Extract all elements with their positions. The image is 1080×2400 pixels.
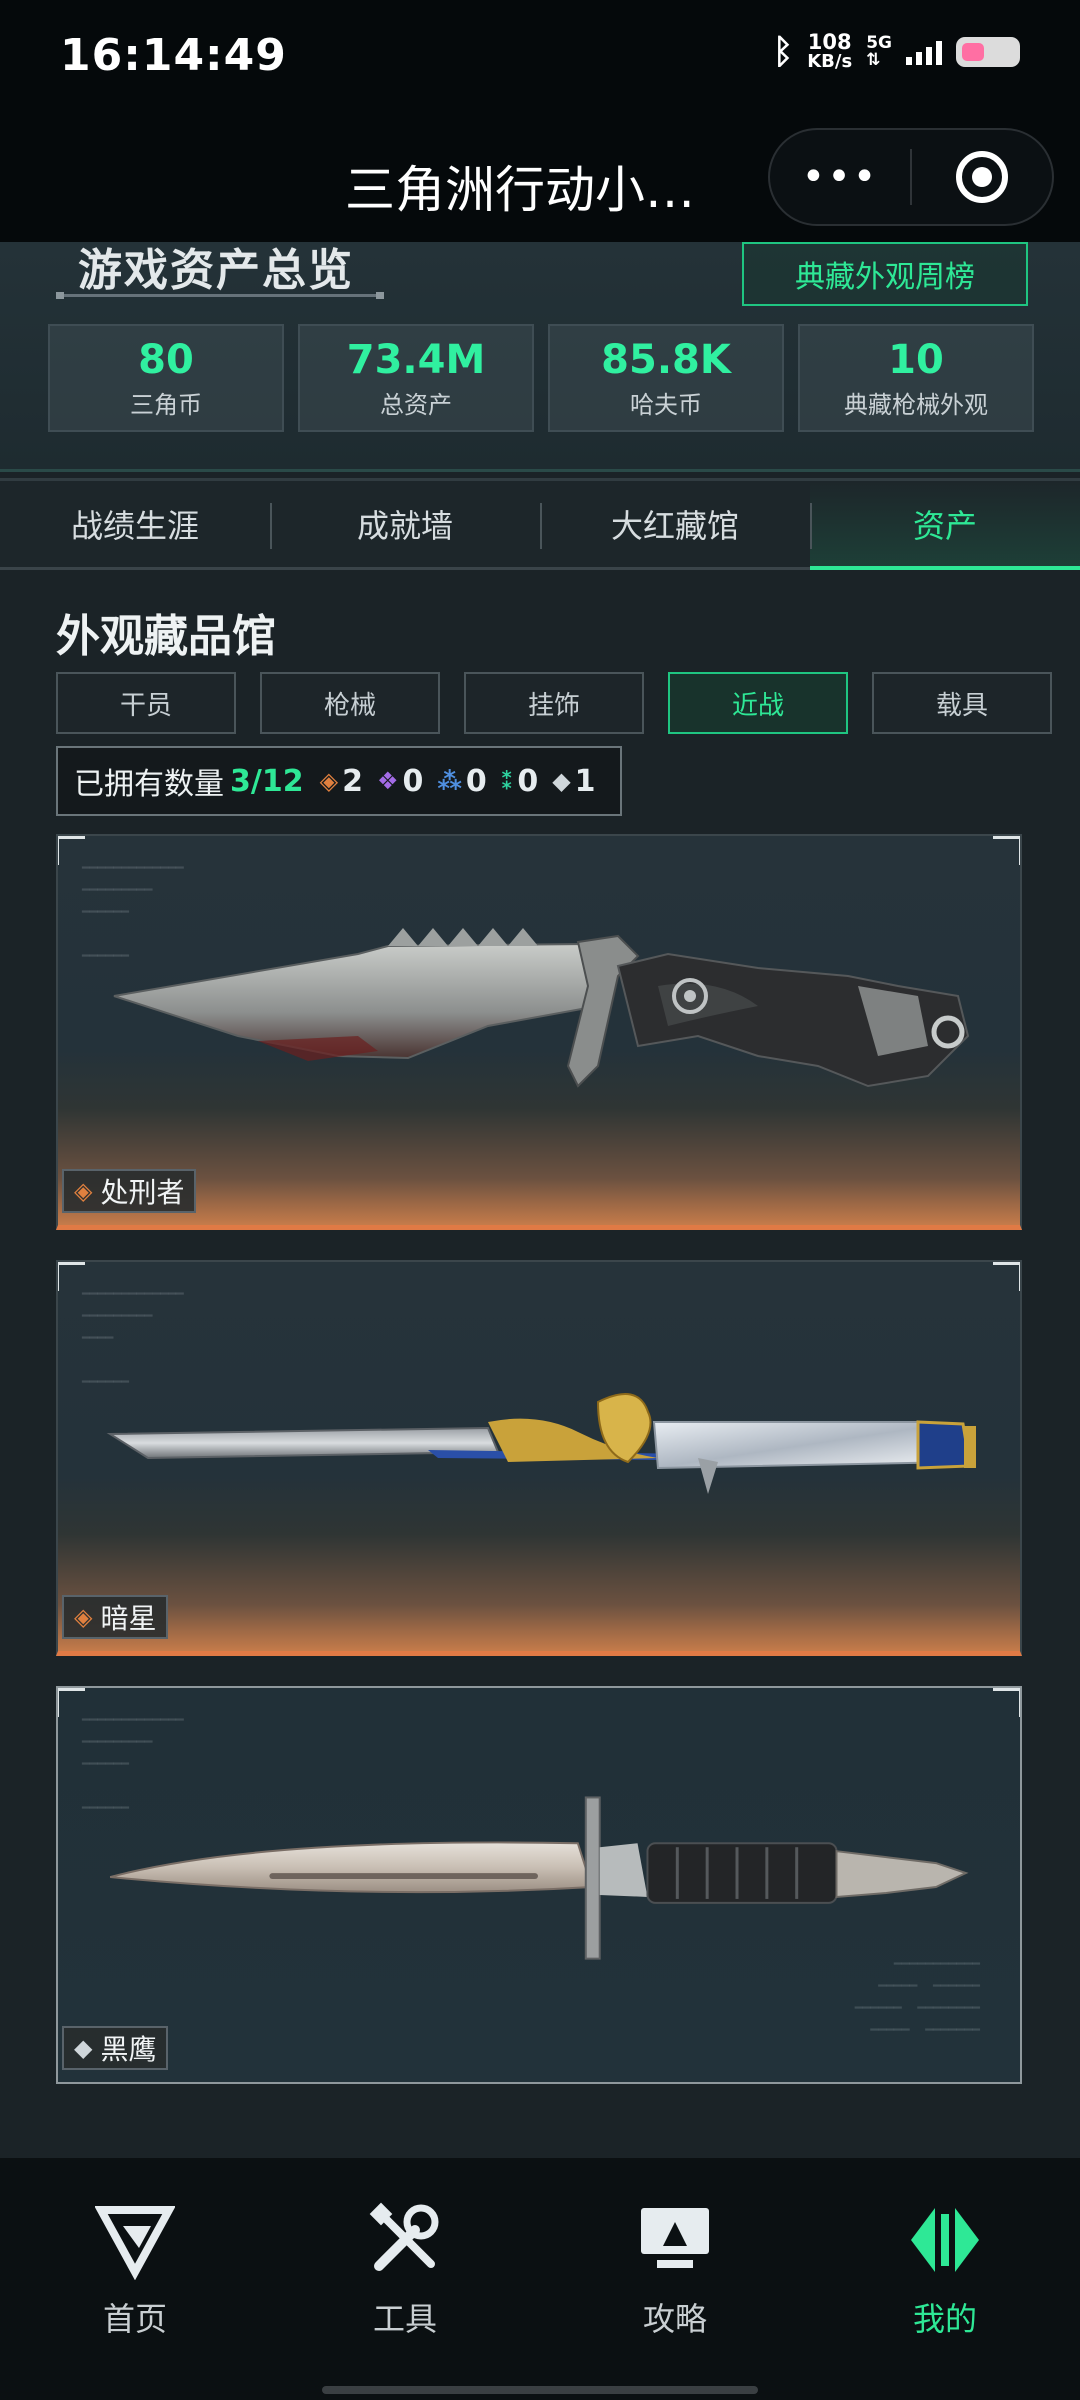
title-underline (56, 292, 384, 299)
item-name: 暗星 (100, 1602, 157, 1635)
bottom-navigation: 首页 工具 攻略 我的 (0, 2158, 1080, 2400)
stat-value: 73.4M (346, 336, 486, 383)
rarity-count: 0 (465, 763, 487, 799)
item-label: ◈ 暗星 (62, 1595, 169, 1639)
tab-assets[interactable]: 资产 (810, 481, 1080, 570)
stat-label: 三角币 (130, 390, 202, 419)
guide-monitor-icon (641, 2208, 709, 2268)
rarity-blue: ⁂ 0 (437, 764, 486, 799)
green-diamond-icon: ⁑ (500, 767, 514, 795)
more-button[interactable]: ••• (770, 154, 910, 200)
miniprogram-capsule: ••• (768, 128, 1054, 226)
delta-logo-icon (95, 2206, 175, 2280)
item-label: ◆ 黑鹰 (62, 2026, 169, 2070)
stat-hafu-coin[interactable]: 85.8K 哈夫币 (548, 324, 784, 432)
home-indicator[interactable] (322, 2386, 758, 2394)
asset-overview: 游戏资产总览 典藏外观周榜 80 三角币 73.4M 总资产 85.8K 哈夫币… (0, 242, 1080, 472)
title-bar: 三角洲行动小… ••• (0, 120, 1080, 242)
signal-icon (906, 39, 942, 65)
stat-label: 总资产 (380, 390, 452, 419)
owned-count: 3/12 (230, 763, 304, 799)
rarity-orange: ◈ 2 (320, 764, 363, 799)
melee-card-dark-star[interactable]: ━━━━━━━━━━━━━ ━━━━━━━━━ ━━━━ ━━━━━━ ◈ 暗星 (56, 1260, 1022, 1656)
subtab-weapons[interactable]: 枪械 (260, 672, 440, 734)
rarity-count: 0 (517, 763, 539, 799)
stat-value: 80 (138, 336, 194, 383)
nav-label: 我的 (912, 2300, 977, 2338)
blue-diamond-icon: ⁂ (437, 767, 462, 795)
profile-emblem-icon (911, 2208, 979, 2272)
nav-home[interactable]: 首页 (0, 2158, 270, 2400)
subtab-operators[interactable]: 干员 (56, 672, 236, 734)
battery-icon (956, 37, 1020, 67)
tab-achievements[interactable]: 成就墙 (270, 481, 540, 567)
status-time: 16:14:49 (60, 30, 287, 81)
stat-label: 典藏枪械外观 (844, 390, 988, 419)
stat-total-assets[interactable]: 73.4M 总资产 (298, 324, 534, 432)
rarity-green: ⁑ 0 (501, 764, 538, 799)
status-icons: ᛒ 108 KB/s 5G ⇅ (773, 32, 1020, 72)
purple-diamond-icon: ❖ (376, 767, 399, 795)
stat-delta-coin[interactable]: 80 三角币 (48, 324, 284, 432)
rarity-count: 2 (342, 763, 363, 799)
item-name: 黑鹰 (100, 2033, 157, 2066)
orange-diamond-icon: ◈ (74, 1603, 93, 1631)
bluetooth-icon: ᛒ (772, 32, 794, 72)
subtab-vehicles[interactable]: 载具 (872, 672, 1052, 734)
collection-title: 外观藏品馆 (56, 611, 276, 662)
nav-label: 工具 (372, 2300, 437, 2338)
melee-card-black-hawk[interactable]: ━━━━━━━━━━━━━ ━━━━━━━━━ ━━━━━━ ━━━━━━ ━━… (56, 1686, 1022, 2084)
stat-collection-skins[interactable]: 10 典藏枪械外观 (798, 324, 1034, 432)
stat-label: 哈夫币 (630, 390, 702, 419)
network-speed: 108 KB/s (807, 30, 853, 72)
white-diamond-icon: ◆ (74, 2034, 93, 2062)
rarity-purple: ❖ 0 (377, 764, 423, 799)
rarity-white: ◆ 1 (552, 764, 595, 799)
network-type: 5G ⇅ (866, 33, 892, 70)
owned-label: 已拥有数量 (74, 767, 224, 802)
target-icon (956, 151, 1008, 203)
overview-title: 游戏资产总览 (78, 245, 354, 296)
owned-summary: 已拥有数量 3/12 ◈ 2 ❖ 0 ⁂ 0 ⁑ 0 ◆ 1 (56, 746, 622, 816)
dark-star-knife-image (106, 1393, 976, 1494)
collection-weekly-rank-button[interactable]: 典藏外观周榜 (742, 242, 1028, 306)
orange-diamond-icon: ◈ (74, 1177, 93, 1205)
stat-value: 85.8K (601, 336, 731, 383)
collection-subtabs: 干员 枪械 挂饰 近战 载具 (56, 672, 1052, 734)
main-tabs: 战绩生涯 成就墙 大红藏馆 资产 (0, 478, 1080, 570)
close-miniprogram-button[interactable] (912, 151, 1052, 203)
status-bar: 16:14:49 ᛒ 108 KB/s 5G ⇅ (0, 0, 1080, 120)
executioner-knife-image (113, 928, 970, 1088)
stat-value: 10 (888, 336, 944, 383)
orange-diamond-icon: ◈ (319, 767, 339, 795)
nav-label: 首页 (102, 2300, 167, 2338)
white-diamond-icon: ◆ (552, 767, 571, 795)
subtab-charms[interactable]: 挂饰 (464, 672, 644, 734)
subtab-melee[interactable]: 近战 (668, 672, 848, 734)
black-hawk-knife-image (109, 1796, 969, 1960)
item-name: 处刑者 (100, 1176, 185, 1209)
tab-red-collection[interactable]: 大红藏馆 (540, 481, 810, 567)
tools-icon (369, 2202, 439, 2271)
nav-guides[interactable]: 攻略 (540, 2158, 810, 2400)
nav-tools[interactable]: 工具 (270, 2158, 540, 2400)
nav-label: 攻略 (642, 2300, 707, 2338)
rarity-count: 0 (402, 763, 424, 799)
tab-career[interactable]: 战绩生涯 (0, 481, 270, 567)
stats-row: 80 三角币 73.4M 总资产 85.8K 哈夫币 10 典藏枪械外观 (48, 324, 1034, 432)
melee-card-executioner[interactable]: ━━━━━━━━━━━━━ ━━━━━━━━━ ━━━━━━ ━━━━━━ ◈ … (56, 834, 1022, 1230)
nav-profile[interactable]: 我的 (810, 2158, 1080, 2400)
rarity-count: 1 (574, 763, 596, 799)
item-label: ◈ 处刑者 (62, 1169, 197, 1213)
